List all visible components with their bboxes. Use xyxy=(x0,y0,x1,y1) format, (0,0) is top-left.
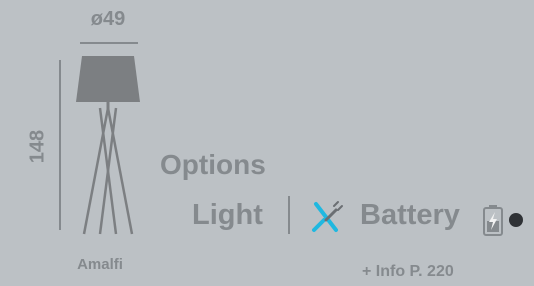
height-dimension-line xyxy=(59,60,61,230)
color-swatch-dot xyxy=(509,213,523,227)
diameter-label: ø49 xyxy=(90,8,126,30)
light-option-label: Light xyxy=(192,199,263,231)
battery-option-label: Battery xyxy=(360,199,460,231)
height-label: 148 xyxy=(26,129,49,164)
more-info-link[interactable]: + Info P. 220 xyxy=(362,263,454,281)
floor-lamp-illustration xyxy=(76,52,142,241)
options-title: Options xyxy=(160,149,266,180)
unplugged-cord-icon xyxy=(310,196,344,241)
option-divider xyxy=(288,196,290,234)
product-name: Amalfi xyxy=(77,256,123,273)
battery-charging-icon xyxy=(482,204,504,241)
diameter-dimension-line xyxy=(80,42,138,44)
